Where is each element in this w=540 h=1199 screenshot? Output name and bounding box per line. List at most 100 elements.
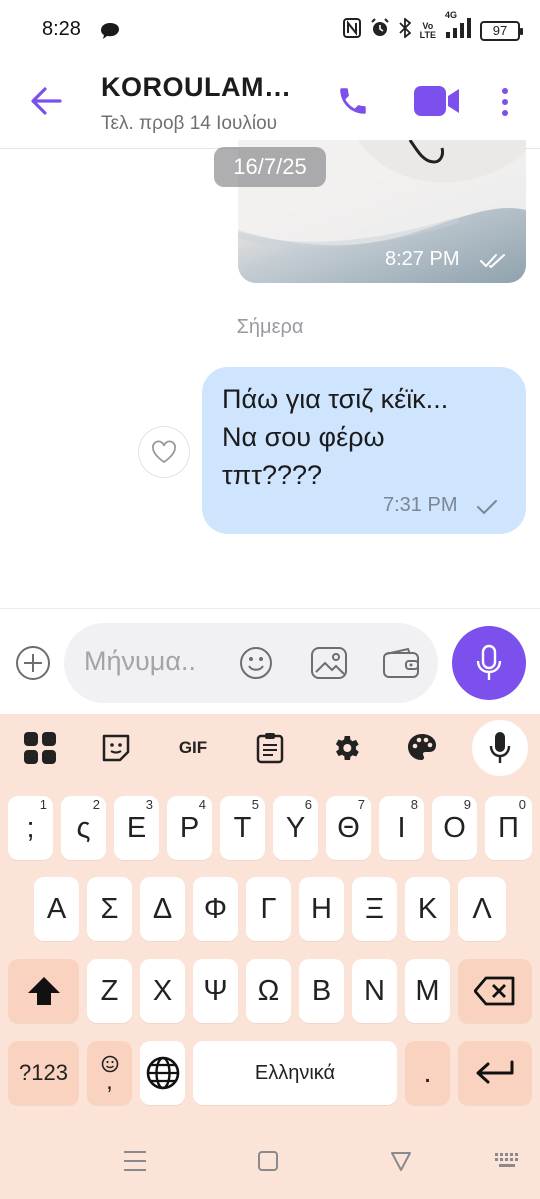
more-options-icon[interactable] xyxy=(500,87,510,122)
read-double-check-icon xyxy=(480,253,506,274)
backspace-icon xyxy=(474,976,515,1006)
key-label: Ι xyxy=(397,811,406,844)
message-line: Να σου φέρω xyxy=(222,422,385,452)
keyboard-microphone-icon xyxy=(489,732,511,763)
gallery-icon[interactable] xyxy=(310,646,348,685)
alarm-icon xyxy=(370,18,390,43)
key-hint: 0 xyxy=(518,797,526,812)
sent-check-icon xyxy=(476,499,498,520)
key[interactable]: Β xyxy=(299,959,344,1023)
key[interactable]: 9Ο xyxy=(432,796,477,860)
key[interactable]: Δ xyxy=(140,877,185,941)
key[interactable]: 1; xyxy=(8,796,53,860)
status-icons: Vo LTE 4G 97 xyxy=(342,10,523,43)
message-line: τπτ???? xyxy=(222,460,323,490)
message-input-placeholder: Μήνυμα.. xyxy=(84,646,196,676)
keyboard-switch-icon[interactable] xyxy=(494,1152,522,1175)
key-label: Τ xyxy=(233,811,252,844)
clipboard-icon[interactable] xyxy=(250,728,290,768)
last-seen-status: Τελ. προβ 14 Ιουλίου xyxy=(101,113,278,134)
key[interactable]: Ω xyxy=(246,959,291,1023)
back-triangle-icon[interactable] xyxy=(390,1150,412,1177)
keyboard-voice-input[interactable] xyxy=(472,720,528,776)
key-hint: 1 xyxy=(39,797,47,812)
key[interactable]: Ξ xyxy=(352,877,397,941)
key-label: Θ xyxy=(337,811,360,844)
backspace-key[interactable] xyxy=(458,959,532,1023)
key[interactable]: Ν xyxy=(352,959,397,1023)
key-hint: 7 xyxy=(357,797,365,812)
key-label: Ε xyxy=(126,811,147,844)
settings-gear-icon[interactable] xyxy=(326,728,366,768)
key-hint: 5 xyxy=(251,797,259,812)
bluetooth-icon xyxy=(399,17,412,43)
shift-key[interactable] xyxy=(8,959,79,1023)
volte-icon: Vo LTE xyxy=(419,20,436,40)
gif-button[interactable]: GIF xyxy=(172,728,214,768)
key-label: ς xyxy=(76,811,91,844)
add-attachment-icon[interactable] xyxy=(14,644,52,682)
symbols-key[interactable]: ?123 xyxy=(8,1041,79,1105)
key[interactable]: Μ xyxy=(405,959,450,1023)
heart-icon xyxy=(152,440,176,464)
key-hint: 6 xyxy=(304,797,312,812)
voice-call-icon[interactable] xyxy=(336,84,370,123)
theme-palette-icon[interactable] xyxy=(402,728,442,768)
nfc-icon xyxy=(342,18,361,43)
key-label: Ρ xyxy=(179,811,200,844)
key[interactable]: Λ xyxy=(458,877,506,941)
key[interactable]: Χ xyxy=(140,959,185,1023)
home-square-icon[interactable] xyxy=(257,1150,279,1177)
outgoing-message-time: 7:31 PM xyxy=(383,494,458,516)
emoji-icon[interactable] xyxy=(238,645,274,686)
key-label: Υ xyxy=(285,811,306,844)
microphone-icon xyxy=(476,644,502,680)
key-hint: 4 xyxy=(198,797,206,812)
signal-icon: 4G xyxy=(445,10,471,43)
key-label: Π xyxy=(498,811,519,844)
sticker-icon[interactable] xyxy=(96,728,136,768)
key[interactable]: 8Ι xyxy=(379,796,424,860)
key[interactable]: 6Υ xyxy=(273,796,318,860)
like-button[interactable] xyxy=(138,426,190,478)
language-key[interactable] xyxy=(140,1041,185,1105)
space-bar[interactable]: Ελληνικά xyxy=(193,1041,397,1105)
key[interactable]: Η xyxy=(299,877,344,941)
key[interactable]: Ψ xyxy=(193,959,238,1023)
emoji-comma-key[interactable]: , xyxy=(87,1041,132,1105)
key[interactable]: Α xyxy=(34,877,79,941)
period-key[interactable]: . xyxy=(405,1041,450,1105)
key-label: Ο xyxy=(443,811,466,844)
recents-menu-icon[interactable] xyxy=(123,1150,147,1177)
video-call-icon[interactable] xyxy=(414,86,460,121)
key[interactable]: Γ xyxy=(246,877,291,941)
key[interactable]: 0Π xyxy=(485,796,532,860)
key[interactable]: 3Ε xyxy=(114,796,159,860)
comma-label: , xyxy=(106,1068,113,1095)
apps-grid-icon[interactable] xyxy=(20,728,60,768)
key[interactable]: Κ xyxy=(405,877,450,941)
outgoing-message-text: Πάω για τσιζ κέϊκ... Να σου φέρω τπτ???? xyxy=(222,380,512,494)
key-label: ; xyxy=(26,811,35,844)
battery-indicator: 97 xyxy=(480,20,523,41)
back-arrow-icon[interactable] xyxy=(30,86,62,121)
contact-name[interactable]: KOROULAM… xyxy=(101,72,291,103)
wallet-icon[interactable] xyxy=(382,647,420,684)
key-hint: 9 xyxy=(463,797,471,812)
key-hint: 2 xyxy=(92,797,100,812)
voice-message-button[interactable] xyxy=(452,626,526,700)
key[interactable]: 2ς xyxy=(61,796,106,860)
key[interactable]: 4Ρ xyxy=(167,796,212,860)
shift-arrow-icon xyxy=(27,977,60,1005)
photo-message-time: 8:27 PM xyxy=(385,248,460,270)
globe-icon xyxy=(146,1056,179,1090)
enter-key[interactable] xyxy=(458,1041,532,1105)
key[interactable]: 5Τ xyxy=(220,796,265,860)
day-separator: Σήμερα xyxy=(236,316,304,338)
composer-divider xyxy=(0,608,540,609)
key[interactable]: Φ xyxy=(193,877,238,941)
key[interactable]: Σ xyxy=(87,877,132,941)
key-hint: 8 xyxy=(410,797,418,812)
key[interactable]: Ζ xyxy=(87,959,132,1023)
key[interactable]: 7Θ xyxy=(326,796,371,860)
